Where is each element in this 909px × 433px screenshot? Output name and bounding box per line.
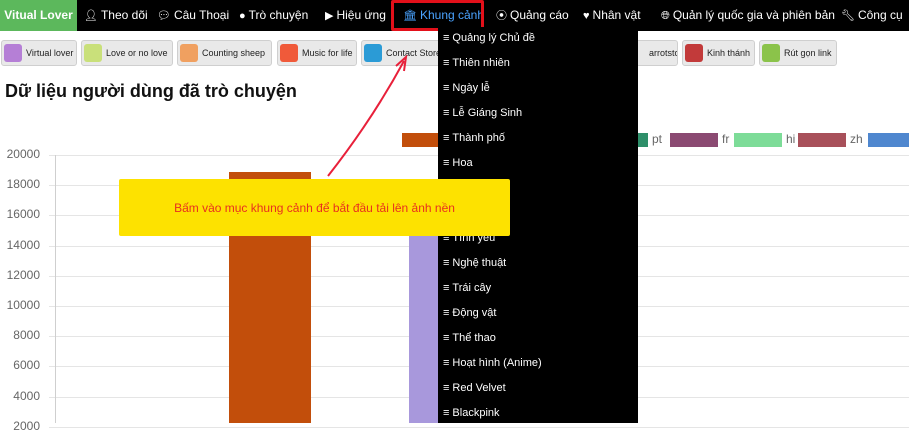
pointer-arrow-icon [327, 54, 408, 177]
gridline [49, 426, 909, 428]
